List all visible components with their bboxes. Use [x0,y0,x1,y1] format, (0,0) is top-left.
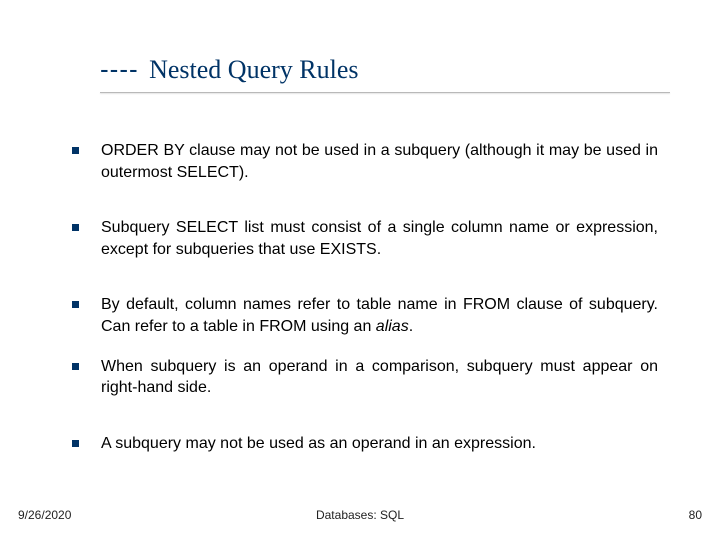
footer-center: Databases: SQL [0,508,720,522]
square-bullet-icon [72,147,79,154]
list-item: By default, column names refer to table … [72,294,658,337]
list-item: ORDER BY clause may not be used in a sub… [72,140,658,183]
bullet-text: ORDER BY clause may not be used in a sub… [101,140,658,183]
slide-body: ORDER BY clause may not be used in a sub… [72,140,658,472]
bullet-text-post: . [409,318,413,335]
footer-page-number: 80 [689,508,702,522]
bullet-text-italic: alias [376,318,409,335]
slide: ---- Nested Query Rules ORDER BY clause … [0,0,720,540]
list-item: Subquery SELECT list must consist of a s… [72,217,658,260]
list-item: A subquery may not be used as an operand… [72,433,658,455]
bullet-text: When subquery is an operand in a compari… [101,356,658,399]
title-dashes: ---- [100,54,139,84]
slide-title-row: ---- Nested Query Rules [100,54,680,85]
square-bullet-icon [72,363,79,370]
title-underline [100,92,670,93]
slide-footer: 9/26/2020 Databases: SQL 80 [0,502,720,522]
slide-title: Nested Query Rules [149,55,358,84]
bullet-text: By default, column names refer to table … [101,294,658,337]
list-item: When subquery is an operand in a compari… [72,356,658,399]
bullet-text: Subquery SELECT list must consist of a s… [101,217,658,260]
square-bullet-icon [72,440,79,447]
square-bullet-icon [72,224,79,231]
square-bullet-icon [72,301,79,308]
bullet-text: A subquery may not be used as an operand… [101,433,658,455]
